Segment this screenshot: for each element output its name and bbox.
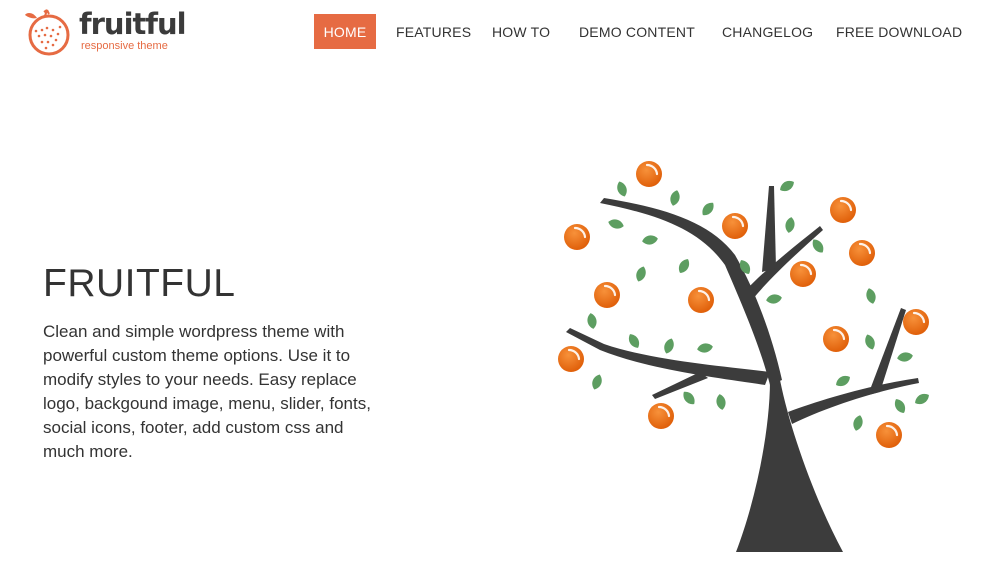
logo-tagline: responsive theme bbox=[81, 40, 168, 52]
hero-title: FRUITFUL bbox=[43, 262, 236, 305]
main-nav: HOME FEATURES HOW TO DEMO CONTENT CHANGE… bbox=[314, 14, 962, 49]
page: fruitful responsive theme HOME FEATURES … bbox=[0, 0, 988, 563]
nav-demo-content[interactable]: DEMO CONTENT bbox=[550, 14, 695, 49]
nav-how-to[interactable]: HOW TO bbox=[463, 14, 550, 49]
site-header: fruitful responsive theme HOME FEATURES … bbox=[0, 0, 988, 64]
nav-free-download[interactable]: FREE DOWNLOAD bbox=[807, 14, 962, 49]
nav-changelog[interactable]: CHANGELOG bbox=[692, 14, 813, 49]
logo-wordmark: fruitful bbox=[79, 7, 187, 41]
nav-features[interactable]: FEATURES bbox=[376, 14, 471, 49]
orange-tree-illustration bbox=[540, 150, 950, 563]
orange-fruit-icon bbox=[23, 6, 75, 56]
site-logo[interactable]: fruitful responsive theme bbox=[23, 6, 187, 56]
hero-description: Clean and simple wordpress theme with po… bbox=[43, 322, 371, 461]
nav-home[interactable]: HOME bbox=[314, 14, 376, 49]
